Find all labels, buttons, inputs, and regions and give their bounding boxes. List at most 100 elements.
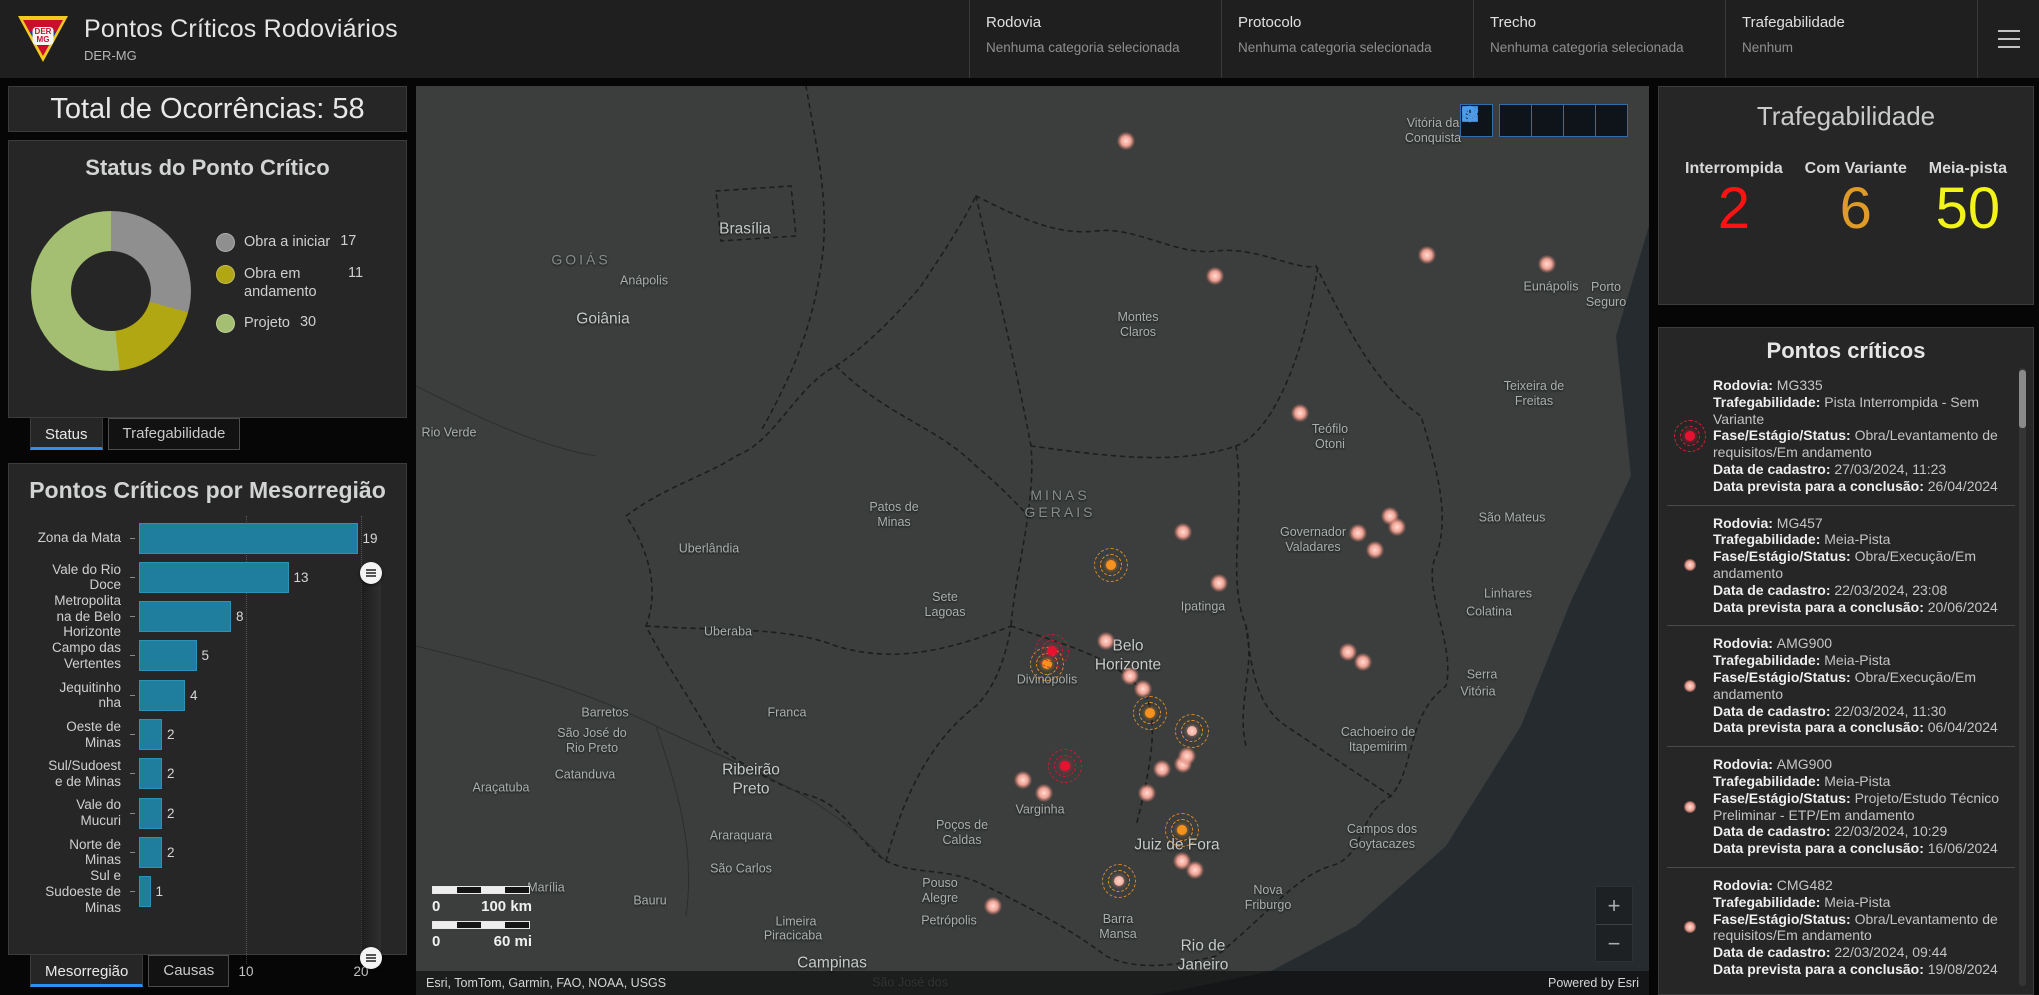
bar[interactable] xyxy=(139,640,197,671)
marker-com-variante[interactable] xyxy=(1175,714,1209,748)
bar-row[interactable]: Campo dasVertentes5 xyxy=(9,636,408,676)
donut-chart[interactable] xyxy=(31,211,191,371)
bar[interactable] xyxy=(139,837,162,868)
bar-category-label: Sul/Sudoeste de Minas xyxy=(9,758,130,789)
bar-row[interactable]: Sul eSudoeste deMinas1 xyxy=(9,872,408,912)
marker-ponto-critico[interactable] xyxy=(1178,747,1196,765)
bar-row[interactable]: Sul/Sudoeste de Minas 2 xyxy=(9,754,408,794)
bar[interactable] xyxy=(139,601,231,632)
tab-status[interactable]: Status xyxy=(30,418,103,450)
basemap-button[interactable] xyxy=(1595,104,1628,137)
marker-ponto-critico[interactable] xyxy=(1117,132,1135,150)
field-trafegabilidade: Trafegabilidade: Meia-Pista xyxy=(1713,531,2015,548)
legend-item[interactable]: Obra em andamento11 xyxy=(216,265,398,301)
list-item[interactable]: Rodovia: CMG482Trafegabilidade: Meia-Pis… xyxy=(1667,867,2015,988)
legend-swatch xyxy=(216,233,235,252)
bar[interactable] xyxy=(139,798,162,829)
marker-ponto-critico[interactable] xyxy=(1538,255,1556,273)
home-button[interactable] xyxy=(1499,104,1532,137)
marker-ponto-critico[interactable] xyxy=(1291,404,1309,422)
scalebar-mi-zero: 0 xyxy=(432,933,440,950)
bar-value-label: 4 xyxy=(190,688,198,703)
tab-causas[interactable]: Causas xyxy=(148,955,229,987)
field-fase: Fase/Estágio/Status: Obra/Execução/Em an… xyxy=(1713,669,2015,703)
list-item[interactable]: Rodovia: AMG900Trafegabilidade: Meia-Pis… xyxy=(1667,625,2015,746)
marker-ponto-critico[interactable] xyxy=(1014,771,1032,789)
marker-ponto-critico[interactable] xyxy=(1349,524,1367,542)
bar[interactable] xyxy=(139,523,358,554)
filter-protocolo[interactable]: Protocolo Nenhuma categoria selecionada xyxy=(1221,0,1473,78)
marker-ponto-critico[interactable] xyxy=(1186,861,1204,879)
axis-tick xyxy=(130,813,135,814)
dashboard: DER MG Pontos Críticos Rodoviários DER-M… xyxy=(0,0,2039,995)
marker-ponto-critico[interactable] xyxy=(1035,784,1053,802)
range-slider-handle-bottom[interactable] xyxy=(360,947,382,969)
bar-row[interactable]: Oeste deMinas2 xyxy=(9,715,408,755)
marker-ponto-critico[interactable] xyxy=(1153,760,1171,778)
zoom-out-button[interactable]: − xyxy=(1596,924,1632,961)
scalebar-mi-label: 60 mi xyxy=(494,933,532,950)
legend-item[interactable]: Projeto30 xyxy=(216,314,398,333)
marker-ponto-critico[interactable] xyxy=(1206,267,1224,285)
filter-rodovia[interactable]: RodoviaNenhuma categoria selecionada xyxy=(969,0,1221,78)
marker-pista-interrompida[interactable] xyxy=(1048,749,1082,783)
marker-com-variante[interactable] xyxy=(1102,864,1136,898)
filter-value: Nenhuma categoria selecionada xyxy=(1490,40,1725,55)
bar[interactable] xyxy=(139,680,185,711)
bar-category-label: Campo dasVertentes xyxy=(9,640,130,671)
list-scrollbar-thumb[interactable] xyxy=(2019,370,2026,428)
marker-ponto-critico[interactable] xyxy=(1210,574,1228,592)
marker-pista-interrompida[interactable] xyxy=(1035,634,1069,668)
filter-trafegabilidade[interactable]: TrafegabilidadeNenhum xyxy=(1725,0,1977,78)
field-fase: Fase/Estágio/Status: Obra/Levantamento d… xyxy=(1713,427,2015,461)
field-conclusao: Data prevista para a conclusão: 20/06/20… xyxy=(1713,599,2015,616)
zoom-in-button[interactable]: + xyxy=(1596,887,1632,924)
bar[interactable] xyxy=(139,562,289,593)
list-item[interactable]: Rodovia: MG335Trafegabilidade: Pista Int… xyxy=(1667,368,2015,505)
marker-ponto-critico[interactable] xyxy=(1388,518,1406,536)
marker-ponto-critico[interactable] xyxy=(1138,784,1156,802)
bar-chart-title: Pontos Críticos por Mesorregião xyxy=(9,477,406,504)
bar-row[interactable]: Norte deMinas2 xyxy=(9,832,408,872)
logo-text: DER MG xyxy=(33,27,54,45)
tab-mesorregio[interactable]: Mesorregião xyxy=(30,955,143,987)
tab-trafegabilidade[interactable]: Trafegabilidade xyxy=(108,418,241,450)
scalebar-km-ruler xyxy=(432,886,530,894)
marker-ponto-critico[interactable] xyxy=(1418,246,1436,264)
bar[interactable] xyxy=(139,719,162,750)
marker-ponto-critico[interactable] xyxy=(984,897,1002,915)
marker-ponto-critico[interactable] xyxy=(1366,541,1384,559)
layers-button[interactable] xyxy=(1563,104,1596,137)
marker-ponto-critico[interactable] xyxy=(1097,632,1115,650)
bar-row[interactable]: Vale do RioDoce13 xyxy=(9,557,408,597)
bar-category-label: Zona da Mata xyxy=(9,530,130,546)
list-item-text: Rodovia: AMG900Trafegabilidade: Meia-Pis… xyxy=(1713,756,2015,857)
filter-value: Nenhuma categoria selecionada xyxy=(1238,40,1473,55)
bar[interactable] xyxy=(139,758,162,789)
legend-label: Obra a iniciar xyxy=(244,233,330,251)
field-rodovia: Rodovia: MG457 xyxy=(1713,515,2015,532)
menu-button[interactable] xyxy=(1977,0,2039,78)
list-item[interactable]: Rodovia: AMG900Trafegabilidade: Meia-Pis… xyxy=(1667,746,2015,867)
filter-trecho[interactable]: TrechoNenhuma categoria selecionada xyxy=(1473,0,1725,78)
legend-value: 11 xyxy=(348,265,363,281)
bar-row[interactable]: Jequitinhonha4 xyxy=(9,675,408,715)
ponto-critico-dot-icon xyxy=(1684,801,1696,813)
filter-label: Protocolo xyxy=(1238,14,1473,31)
legend-item[interactable]: Obra a iniciar17 xyxy=(216,233,398,252)
bar-value-label: 2 xyxy=(167,766,175,781)
marker-ponto-critico[interactable] xyxy=(1174,523,1192,541)
list-item[interactable]: Rodovia: MG457Trafegabilidade: Meia-Pist… xyxy=(1667,505,2015,626)
map[interactable]: Vitória daConquistaBrasíliaGOIÁSAnápolis… xyxy=(416,86,1649,995)
marker-com-variante[interactable] xyxy=(1133,696,1167,730)
bar[interactable] xyxy=(139,876,151,907)
bar-row[interactable]: Metropolitana de BeloHorizonte8 xyxy=(9,597,408,637)
bar-row[interactable]: Zona da Mata19 xyxy=(9,518,408,558)
list-scrollbar[interactable] xyxy=(2019,368,2026,986)
mesorregiao-tabs: MesorregiãoCausas xyxy=(16,955,229,987)
bar-row[interactable]: Vale doMucuri2 xyxy=(9,793,408,833)
legend-button[interactable] xyxy=(1531,104,1564,137)
marker-com-variante[interactable] xyxy=(1165,813,1199,847)
marker-com-variante[interactable] xyxy=(1094,548,1128,582)
marker-ponto-critico[interactable] xyxy=(1354,653,1372,671)
